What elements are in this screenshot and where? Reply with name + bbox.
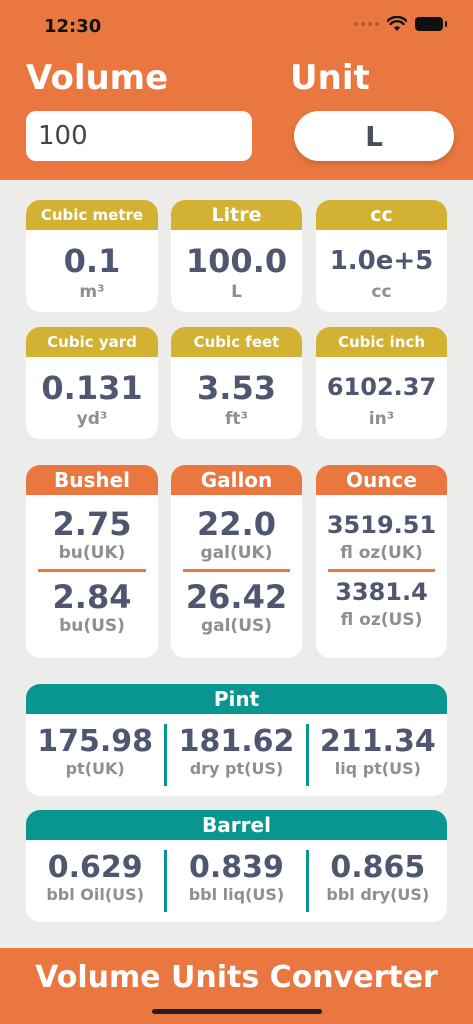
- barrel-values: 0.629 bbl Oil(US) 0.839 bbl liq(US) 0.86…: [26, 840, 447, 922]
- card-value: 1.0e+5: [329, 246, 434, 276]
- home-indicator[interactable]: [152, 1009, 322, 1014]
- card-unit-us: bu(US): [59, 616, 125, 636]
- divider: [328, 569, 435, 572]
- card-cubic-inch: Cubic inch 6102.37 in³: [316, 327, 447, 439]
- card-unit-uk: gal(UK): [200, 543, 273, 563]
- value: 0.629: [47, 850, 143, 885]
- card-title: Cubic metre: [26, 200, 158, 230]
- card-unit-us: gal(US): [200, 616, 273, 636]
- unit: pt(UK): [65, 759, 125, 778]
- unit: liq pt(US): [334, 759, 421, 778]
- card-value-us: 26.42: [185, 578, 288, 616]
- card-ounce: Ounce 3519.51 fl oz(UK) 3381.4 fl oz(US): [316, 465, 447, 658]
- status-icons: [354, 16, 447, 32]
- card-value-uk: 2.75: [52, 505, 132, 543]
- card-title: Cubic yard: [26, 327, 158, 357]
- value: 0.865: [330, 850, 426, 885]
- unit-select-button[interactable]: L: [294, 111, 454, 161]
- card-value: 3.53: [197, 369, 276, 407]
- unit: bbl liq(US): [188, 885, 285, 904]
- value: 0.839: [189, 850, 284, 885]
- volume-input[interactable]: [26, 111, 252, 161]
- unit-label: Unit: [290, 58, 370, 98]
- battery-icon: [415, 17, 447, 31]
- card-unit: ft³: [225, 409, 248, 429]
- card-unit-us: fl oz(US): [340, 610, 423, 630]
- value: 211.34: [319, 724, 436, 759]
- divider: [183, 569, 290, 572]
- card-title: Cubic feet: [171, 327, 302, 357]
- volume-label: Volume: [26, 58, 169, 98]
- card-title: Cubic inch: [316, 327, 447, 357]
- card-title: Pint: [26, 684, 447, 714]
- card-title: Litre: [171, 200, 302, 230]
- unit: bbl dry(US): [326, 885, 430, 904]
- card-cubic-yard: Cubic yard 0.131 yd³: [26, 327, 158, 439]
- barrel-dry-us: 0.865 bbl dry(US): [309, 850, 447, 912]
- card-pint: Pint 175.98 pt(UK) 181.62 dry pt(US) 211…: [26, 684, 447, 796]
- status-time: 12:30: [44, 16, 102, 37]
- card-bushel: Bushel 2.75 bu(UK) 2.84 bu(US): [26, 465, 158, 658]
- card-title: Bushel: [26, 465, 158, 495]
- card-unit: m³: [79, 282, 105, 302]
- card-cubic-metre: Cubic metre 0.1 m³: [26, 200, 158, 312]
- card-unit-uk: fl oz(UK): [340, 543, 423, 563]
- card-litre: Litre 100.0 L: [171, 200, 302, 312]
- wifi-icon: [387, 16, 407, 31]
- card-title: Barrel: [26, 810, 447, 840]
- pint-dry-us: 181.62 dry pt(US): [167, 724, 305, 786]
- card-title: Gallon: [171, 465, 302, 495]
- card-unit: L: [231, 282, 242, 302]
- card-value: 0.1: [63, 242, 121, 280]
- pint-uk: 175.98 pt(UK): [26, 724, 164, 786]
- unit: bbl Oil(US): [46, 885, 144, 904]
- card-title: Ounce: [316, 465, 447, 495]
- card-value: 100.0: [185, 242, 288, 280]
- pint-liq-us: 211.34 liq pt(US): [309, 724, 447, 786]
- unit: dry pt(US): [189, 759, 284, 778]
- card-unit-uk: bu(UK): [58, 543, 126, 563]
- card-gallon: Gallon 22.0 gal(UK) 26.42 gal(US): [171, 465, 302, 658]
- card-barrel: Barrel 0.629 bbl Oil(US) 0.839 bbl liq(U…: [26, 810, 447, 922]
- card-value-us: 2.84: [52, 578, 132, 616]
- card-value-uk: 3519.51: [326, 511, 437, 539]
- barrel-oil-us: 0.629 bbl Oil(US): [26, 850, 164, 912]
- value: 175.98: [37, 724, 154, 759]
- card-cubic-feet: Cubic feet 3.53 ft³: [171, 327, 302, 439]
- app-title: Volume Units Converter: [35, 960, 438, 995]
- card-title: cc: [316, 200, 447, 230]
- divider: [38, 569, 146, 572]
- app-header: 12:30 Volume Unit L: [0, 0, 473, 180]
- card-unit: in³: [368, 409, 395, 429]
- pint-values: 175.98 pt(UK) 181.62 dry pt(US) 211.34 l…: [26, 714, 447, 796]
- card-value: 0.131: [41, 369, 143, 407]
- barrel-liq-us: 0.839 bbl liq(US): [167, 850, 305, 912]
- card-value-us: 3381.4: [335, 578, 428, 606]
- signal-icon: [354, 22, 379, 26]
- card-unit: cc: [371, 282, 392, 302]
- card-value: 6102.37: [326, 373, 437, 401]
- value: 181.62: [178, 724, 295, 759]
- card-value-uk: 22.0: [197, 505, 276, 543]
- card-unit: yd³: [76, 409, 108, 429]
- card-cc: cc 1.0e+5 cc: [316, 200, 447, 312]
